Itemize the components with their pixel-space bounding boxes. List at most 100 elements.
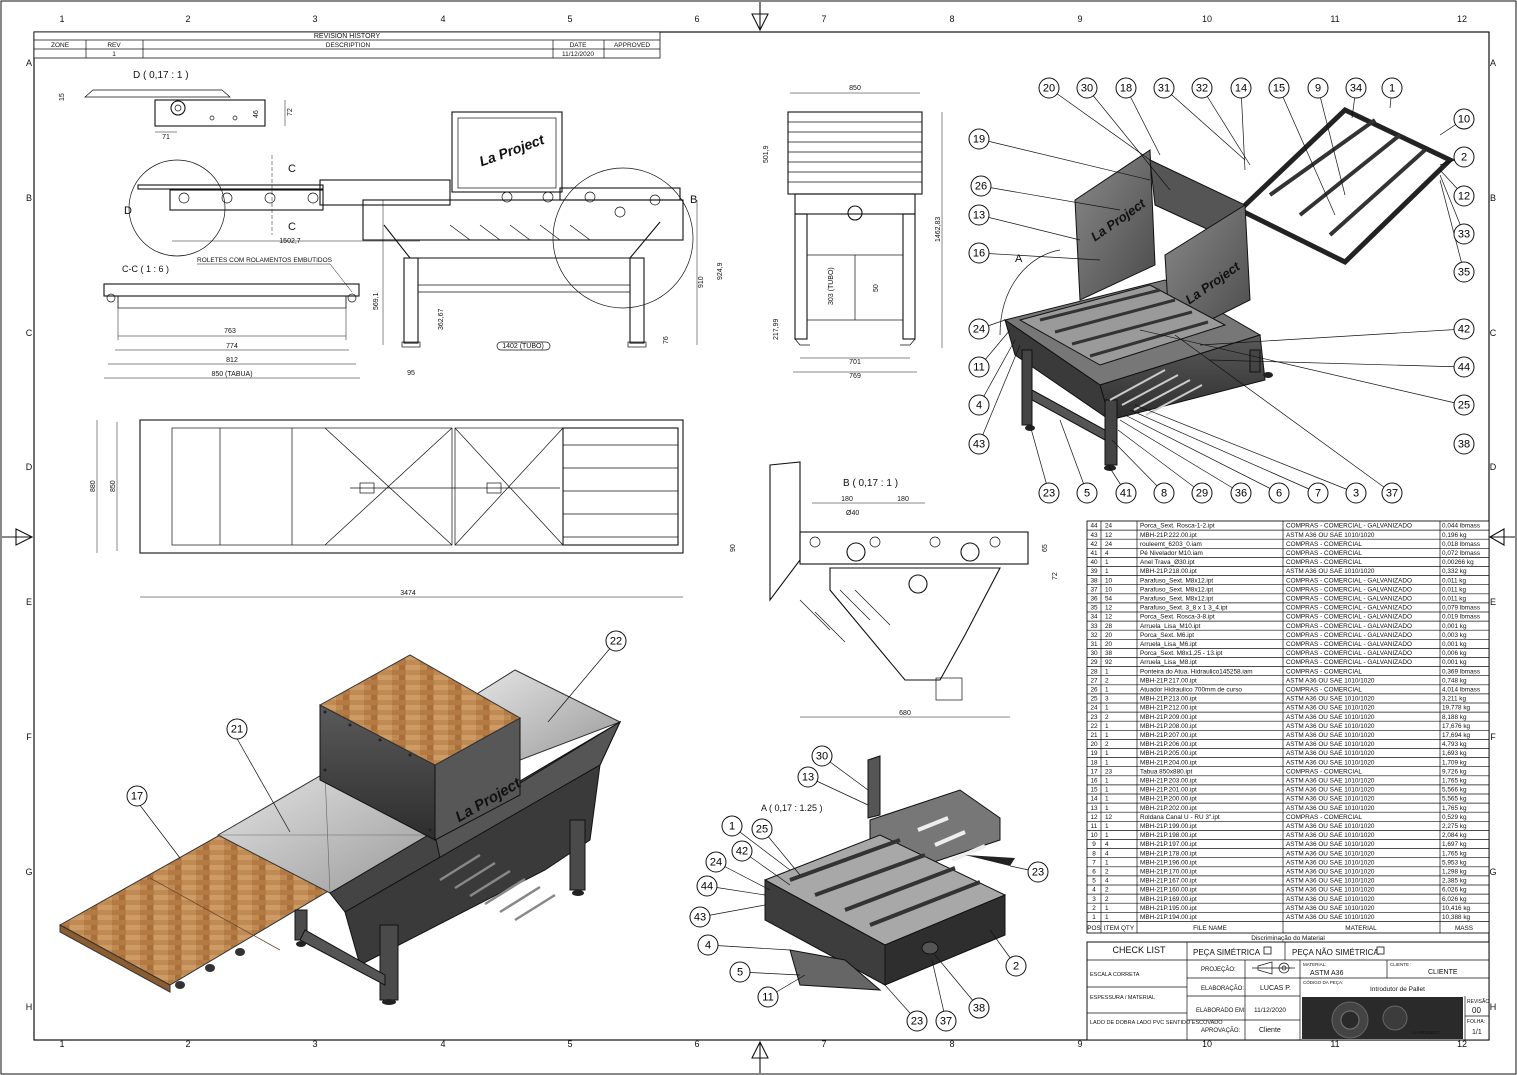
bom-cell: 1: [1105, 750, 1109, 757]
bom-cell: 1: [1105, 759, 1109, 766]
dim-cc-850: 850 (TABUA): [211, 371, 252, 378]
balloon-number: 12: [1458, 191, 1470, 203]
dim-b-dia: Ø40: [846, 510, 859, 517]
balloon-number: 16: [973, 248, 985, 260]
bom-cell: Tabua 850x880.ipt: [1140, 768, 1192, 775]
bom-cell: 3: [1092, 896, 1096, 903]
dim-front-h2: 910: [698, 276, 705, 288]
leader-line: [707, 944, 791, 951]
item-balloon: 13: [797, 766, 819, 788]
balloon-number: 19: [973, 134, 985, 146]
bom-cell: COMPRAS - COMERCIAL - GALVANIZADO: [1286, 623, 1412, 630]
bom-cell: 1,709 kg: [1442, 759, 1467, 766]
bom-cell: MBH-21P.200.00.ipt: [1140, 796, 1197, 803]
zone-row-label: D: [26, 462, 33, 472]
balloon-number: 23: [1043, 488, 1055, 500]
bom-cell: MBH-21P.197.00.ipt: [1140, 841, 1197, 848]
zone-row-label: F: [1490, 732, 1496, 742]
item-balloon: 32: [1191, 77, 1213, 99]
balloon-number: 33: [1458, 229, 1470, 241]
bom-cell: Porca_Sext. Rosca-3-8.ipt: [1140, 614, 1215, 621]
dim-d-v1: 72: [287, 108, 294, 116]
bom-cell: 44: [1090, 523, 1098, 530]
zone-col-label: 3: [312, 14, 317, 24]
bom-cell: MBH-21P.208.00.ipt: [1140, 723, 1197, 730]
bom-cell: 17,694 kg: [1442, 732, 1471, 739]
section-c-top: C: [288, 163, 296, 175]
aprovacao-label: APROVAÇÃO:: [1201, 1027, 1241, 1034]
dim-side-b2: 769: [849, 373, 861, 380]
bom-cell: 1: [1105, 832, 1109, 839]
balloon-number: 23: [1032, 867, 1044, 879]
dim-d-v2: 46: [253, 110, 260, 118]
zone-col-label: 11: [1330, 14, 1339, 24]
item-balloon: 31: [1153, 77, 1175, 99]
bom-cell: ASTM A36 OU SAE 1010/1020: [1286, 750, 1375, 757]
bom-cell: Parafuso_Sext. 3_8 x 1 3_4.ipt: [1140, 605, 1228, 612]
bom-cell: 54: [1105, 596, 1113, 603]
item-balloon: 30: [811, 745, 833, 767]
bom-cell: 0,006 kg: [1442, 650, 1467, 657]
bom-cell: 0,072 lbmass: [1442, 550, 1480, 557]
peca-nao-simetrica-checkbox[interactable]: [1376, 946, 1385, 955]
bom-cell: 5,565 kg: [1442, 796, 1467, 803]
bom-cell: 30: [1090, 650, 1098, 657]
zone-row-label: D: [1490, 462, 1497, 472]
dim-plan-width: 3474: [400, 590, 416, 597]
item-balloon: 11: [757, 986, 779, 1008]
bom-cell: 0,369 lbmass: [1442, 668, 1480, 675]
dim-side-h2: 1462,83: [935, 217, 942, 242]
item-balloon: 12: [1453, 185, 1475, 207]
bom-cell: 0,011 kg: [1442, 586, 1466, 593]
peca-nao-simetrica-label: PEÇA NÃO SIMÉTRICA: [1292, 948, 1379, 957]
zone-row-label: B: [1490, 193, 1496, 203]
bom-cell: 0,332 kg: [1442, 568, 1467, 575]
checklist-title: CHECK LIST: [1112, 945, 1166, 955]
zone-col-label: 10: [1202, 14, 1212, 24]
bom-cell: 24: [1105, 541, 1113, 548]
peca-simetrica-checkbox[interactable]: [1263, 946, 1272, 955]
item-balloon: 43: [968, 433, 990, 455]
leader-line: [1174, 334, 1393, 494]
bom-cell: 43: [1090, 532, 1098, 539]
bom-cell: 6,026 kg: [1442, 896, 1467, 903]
balloon-number: 10: [1458, 114, 1470, 126]
leader-line: [1124, 414, 1280, 494]
balloon-number: 9: [1315, 83, 1321, 95]
bom-cell: 7: [1092, 859, 1096, 866]
bom-cell: Arruela_Lisa_M10.ipt: [1140, 623, 1201, 630]
balloon-number: 23: [911, 1016, 923, 1028]
bom-cell: ASTM A36 OU SAE 1010/1020: [1286, 696, 1375, 703]
bom-cell: Ponteira do Atua. Hidraulico145258.iam: [1140, 668, 1253, 675]
elaborado-em-value: 11/12/2020: [1254, 1007, 1286, 1014]
bom-cell: MBH-21P.167.00.ipt: [1140, 878, 1197, 885]
aprovacao-value: Cliente: [1259, 1027, 1281, 1034]
item-balloon: 1: [721, 815, 743, 837]
espessura-label: ESPESSURA / MATERIAL: [1090, 995, 1155, 1001]
escala-correta-label: ESCALA CORRETA: [1090, 972, 1140, 978]
bom-cell: Anel Trava_Ø30.ipt: [1140, 559, 1195, 566]
bom-cell: ASTM A36 OU SAE 1010/1020: [1286, 796, 1375, 803]
bom-cell: 32: [1090, 632, 1098, 639]
bom-cell: 2,084 kg: [1442, 832, 1467, 839]
bom-cell: 2: [1105, 741, 1109, 748]
balloon-number: 24: [973, 324, 985, 336]
bom-cell: ASTM A36 OU SAE 1010/1020: [1286, 805, 1375, 812]
balloon-number: 11: [973, 362, 984, 374]
zone-col-label: 5: [567, 14, 572, 24]
balloon-number: 20: [1043, 83, 1055, 95]
dim-side-h1: 501,9: [763, 145, 770, 163]
bom-cell: MBH-21P.222.00.ipt: [1140, 532, 1197, 539]
revisao-value: 00: [1472, 1006, 1481, 1015]
balloon-number: 4: [976, 400, 982, 412]
bom-cell: MBH-21P.194.00.ipt: [1140, 914, 1197, 921]
balloon-number: 2: [1013, 961, 1019, 973]
bom-cell: 1: [1105, 787, 1109, 794]
bom-cell: 1: [1105, 859, 1109, 866]
item-balloon: 23: [1027, 861, 1049, 883]
bom-cell: ASTM A36 OU SAE 1010/1020: [1286, 841, 1375, 848]
balloon-number: 26: [975, 181, 987, 193]
zone-col-label: 7: [821, 1039, 826, 1049]
zone-row-label: G: [1489, 867, 1496, 877]
material-label: MATERIAL:: [1303, 962, 1326, 967]
